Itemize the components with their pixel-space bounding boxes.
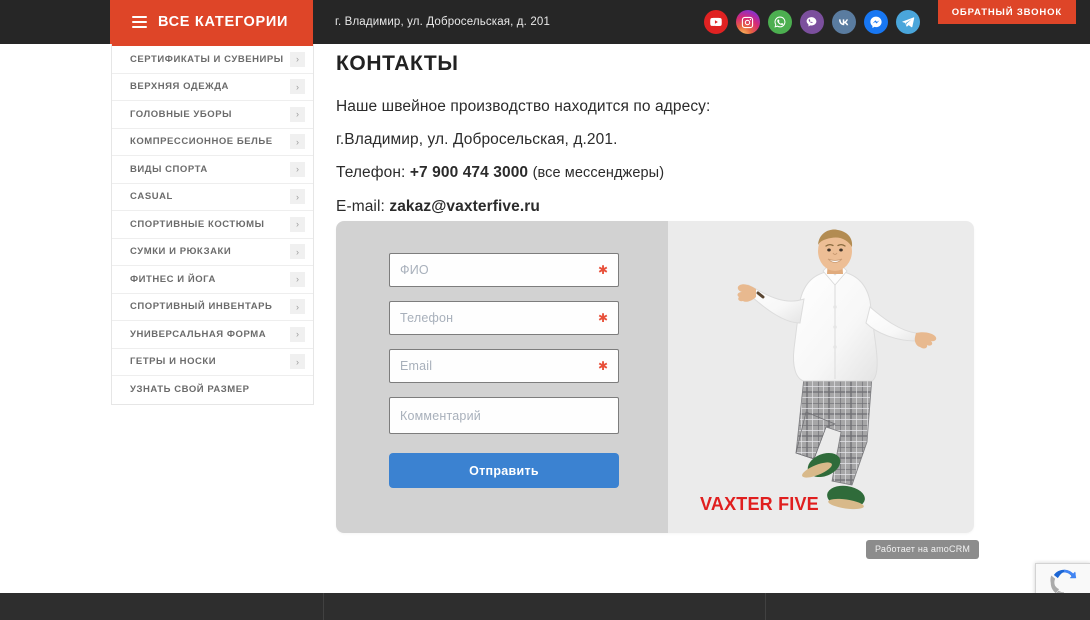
chevron-right-icon: › [290, 244, 305, 260]
address-line: г.Владимир, ул. Добросельская, д.201. [336, 131, 618, 149]
chevron-right-icon: › [290, 134, 305, 150]
whatsapp-link[interactable] [767, 10, 792, 34]
top-bar-spacer [550, 0, 704, 44]
sidebar-item-label: УНИВЕРСАЛЬНАЯ ФОРМА [130, 328, 267, 340]
sidebar-item-getry-i-noski[interactable]: ГЕТРЫ И НОСКИ › [112, 348, 313, 376]
chevron-right-icon: › [290, 271, 305, 287]
vk-icon [836, 15, 851, 30]
whatsapp-icon [773, 15, 787, 29]
top-bar-left-pad [0, 0, 110, 44]
promo-image-panel: VAXTER FIVE [668, 221, 974, 533]
email-placeholder: Email [400, 359, 433, 373]
hamburger-menu-icon [132, 16, 147, 28]
page-root: ВСЕ КАТЕГОРИИ г. Владимир, ул. Добросель… [0, 0, 1090, 620]
required-asterisk: ✱ [597, 311, 608, 325]
viber-icon [805, 16, 818, 29]
category-sidebar: СЕРТИФИКАТЫ И СУВЕНИРЫ › ВЕРХНЯЯ ОДЕЖДА … [111, 44, 314, 405]
sidebar-item-fitnes-i-yoga[interactable]: ФИТНЕС И ЙОГА › [112, 266, 313, 294]
footer [0, 593, 1090, 620]
page-title: КОНТАКТЫ [336, 52, 459, 75]
email-value[interactable]: zakaz@vaxterfive.ru [389, 198, 540, 215]
chevron-right-icon: › [290, 354, 305, 370]
telegram-link[interactable] [895, 10, 920, 34]
phone-field[interactable]: Телефон ✱ [389, 301, 619, 335]
messenger-link[interactable] [863, 10, 888, 34]
sidebar-item-label: СПОРТИВНЫЙ ИНВЕНТАРЬ [130, 301, 273, 313]
youtube-icon [709, 15, 723, 29]
sidebar-item-sportivnye-kostyumy[interactable]: СПОРТИВНЫЕ КОСТЮМЫ › [112, 211, 313, 239]
social-links [703, 0, 920, 44]
main-content: КОНТАКТЫ Наше швейное производство наход… [336, 52, 1026, 231]
sidebar-item-label: ВИДЫ СПОРТА [130, 163, 208, 175]
instagram-icon [741, 16, 754, 29]
viber-link[interactable] [799, 10, 824, 34]
intro-line: Наше швейное производство находится по а… [336, 98, 711, 115]
required-asterisk: ✱ [597, 359, 608, 373]
sidebar-item-golovnye-ubory[interactable]: ГОЛОВНЫЕ УБОРЫ › [112, 101, 313, 129]
phone-note: (все мессенджеры) [532, 165, 665, 182]
instagram-link[interactable] [735, 10, 760, 34]
required-asterisk: ✱ [597, 263, 608, 277]
sidebar-item-vidy-sporta[interactable]: ВИДЫ СПОРТА › [112, 156, 313, 184]
sidebar-item-sportivnyy-inventar[interactable]: СПОРТИВНЫЙ ИНВЕНТАРЬ › [112, 293, 313, 321]
sidebar-item-label: ФИТНЕС И ЙОГА [130, 273, 216, 285]
phone-label: Телефон: [336, 164, 406, 182]
telegram-icon [901, 15, 915, 29]
sidebar-item-label: СПОРТИВНЫЕ КОСТЮМЫ [130, 218, 265, 230]
sidebar-item-label: ГОЛОВНЫЕ УБОРЫ [130, 108, 232, 120]
phone-placeholder: Телефон [400, 311, 454, 325]
footer-column-3 [766, 593, 1090, 620]
sidebar-item-label: CASUAL [130, 191, 173, 203]
sidebar-item-sumki-i-ryukzaki[interactable]: СУМКИ И РЮКЗАКИ › [112, 238, 313, 266]
sidebar-item-sertifikaty[interactable]: СЕРТИФИКАТЫ И СУВЕНИРЫ › [112, 46, 313, 74]
chevron-right-icon: › [290, 106, 305, 122]
sidebar-item-casual[interactable]: CASUAL › [112, 183, 313, 211]
phone-line: Телефон: +7 900 474 3000 (все мессенджер… [336, 164, 1026, 182]
chevron-right-icon: › [290, 326, 305, 342]
sidebar-item-universalnaya-forma[interactable]: УНИВЕРСАЛЬНАЯ ФОРМА › [112, 321, 313, 349]
sidebar-item-label: УЗНАТЬ СВОЙ РАЗМЕР [130, 384, 250, 396]
powered-by-amocrm-badge[interactable]: Работает на amoCRM [866, 540, 980, 559]
all-categories-label: ВСЕ КАТЕГОРИИ [158, 14, 289, 30]
sidebar-item-label: КОМПРЕССИОННОЕ БЕЛЬЕ [130, 136, 273, 148]
contact-form-widget: ФИО ✱ Телефон ✱ Email ✱ Комментарий Отпр… [336, 221, 974, 533]
sidebar-item-label: ГЕТРЫ И НОСКИ [130, 356, 217, 368]
sidebar-item-label: ВЕРХНЯЯ ОДЕЖДА [130, 81, 229, 93]
chevron-right-icon: › [290, 189, 305, 205]
top-bar: ВСЕ КАТЕГОРИИ г. Владимир, ул. Добросель… [0, 0, 1090, 44]
header-address: г. Владимир, ул. Добросельская, д. 201 [335, 16, 550, 28]
contact-form: ФИО ✱ Телефон ✱ Email ✱ Комментарий Отпр… [336, 221, 668, 533]
chevron-right-icon: › [290, 161, 305, 177]
vk-link[interactable] [831, 10, 856, 34]
callback-button[interactable]: ОБРАТНЫЙ ЗВОНОК [937, 0, 1076, 24]
footer-column-1 [0, 593, 324, 620]
comment-placeholder: Комментарий [400, 408, 481, 423]
chevron-right-icon: › [290, 299, 305, 315]
email-line: E-mail: zakaz@vaxterfive.ru [336, 198, 1026, 215]
submit-button[interactable]: Отправить [389, 453, 619, 488]
youtube-link[interactable] [703, 10, 728, 34]
person-photo [737, 229, 937, 510]
sidebar-item-label: СУМКИ И РЮКЗАКИ [130, 246, 232, 258]
messenger-icon [869, 15, 883, 29]
email-field[interactable]: Email ✱ [389, 349, 619, 383]
all-categories-button[interactable]: ВСЕ КАТЕГОРИИ [110, 0, 313, 44]
brand-logo-text: VAXTER FIVE [700, 494, 819, 514]
chevron-right-icon: › [290, 79, 305, 95]
email-label: E-mail: [336, 198, 385, 216]
sidebar-item-uznat-svoy-razmer[interactable]: УЗНАТЬ СВОЙ РАЗМЕР [112, 376, 313, 404]
footer-column-2 [324, 593, 766, 620]
sidebar-item-verhnyaya-odezhda[interactable]: ВЕРХНЯЯ ОДЕЖДА › [112, 73, 313, 101]
fio-placeholder: ФИО [400, 263, 429, 277]
chevron-right-icon: › [290, 51, 305, 67]
sidebar-item-label: СЕРТИФИКАТЫ И СУВЕНИРЫ [130, 53, 284, 65]
chevron-right-icon: › [290, 216, 305, 232]
sidebar-item-kompressionnoe-belye[interactable]: КОМПРЕССИОННОЕ БЕЛЬЕ › [112, 128, 313, 156]
fio-field[interactable]: ФИО ✱ [389, 253, 619, 287]
comment-field[interactable]: Комментарий [389, 397, 619, 434]
phone-value[interactable]: +7 900 474 3000 [410, 164, 528, 181]
